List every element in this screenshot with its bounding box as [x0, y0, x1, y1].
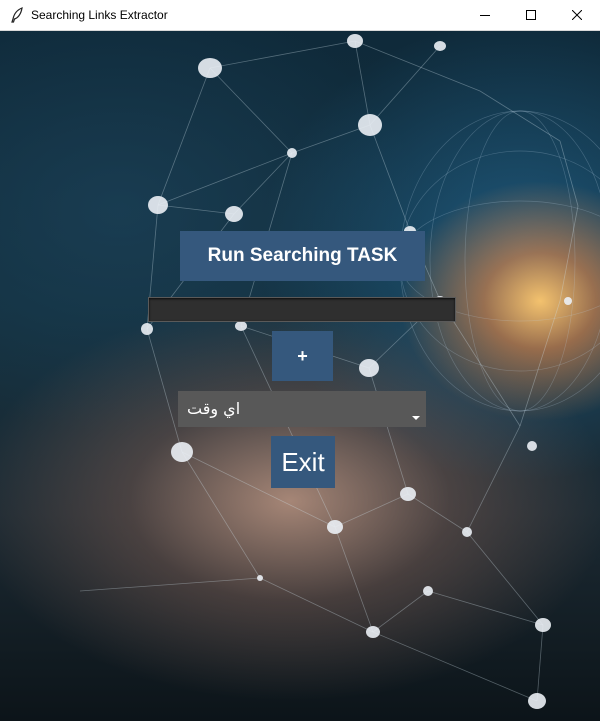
maximize-button[interactable] [508, 0, 554, 30]
minimize-icon [480, 15, 490, 16]
feather-icon [10, 7, 24, 23]
url-input[interactable] [148, 297, 456, 322]
run-searching-task-button[interactable]: Run Searching TASK [180, 231, 425, 281]
exit-button[interactable]: Exit [271, 436, 335, 488]
close-button[interactable] [554, 0, 600, 30]
time-range-value: اي وقت [187, 399, 241, 418]
add-button[interactable]: + [272, 331, 333, 381]
time-range-select[interactable]: اي وقت [178, 391, 426, 427]
minimize-button[interactable] [462, 0, 508, 30]
window-title: Searching Links Extractor [31, 8, 168, 22]
maximize-icon [526, 10, 536, 20]
dropdown-arrow-icon [412, 416, 420, 420]
close-icon [572, 10, 582, 20]
title-bar: Searching Links Extractor [0, 0, 600, 31]
